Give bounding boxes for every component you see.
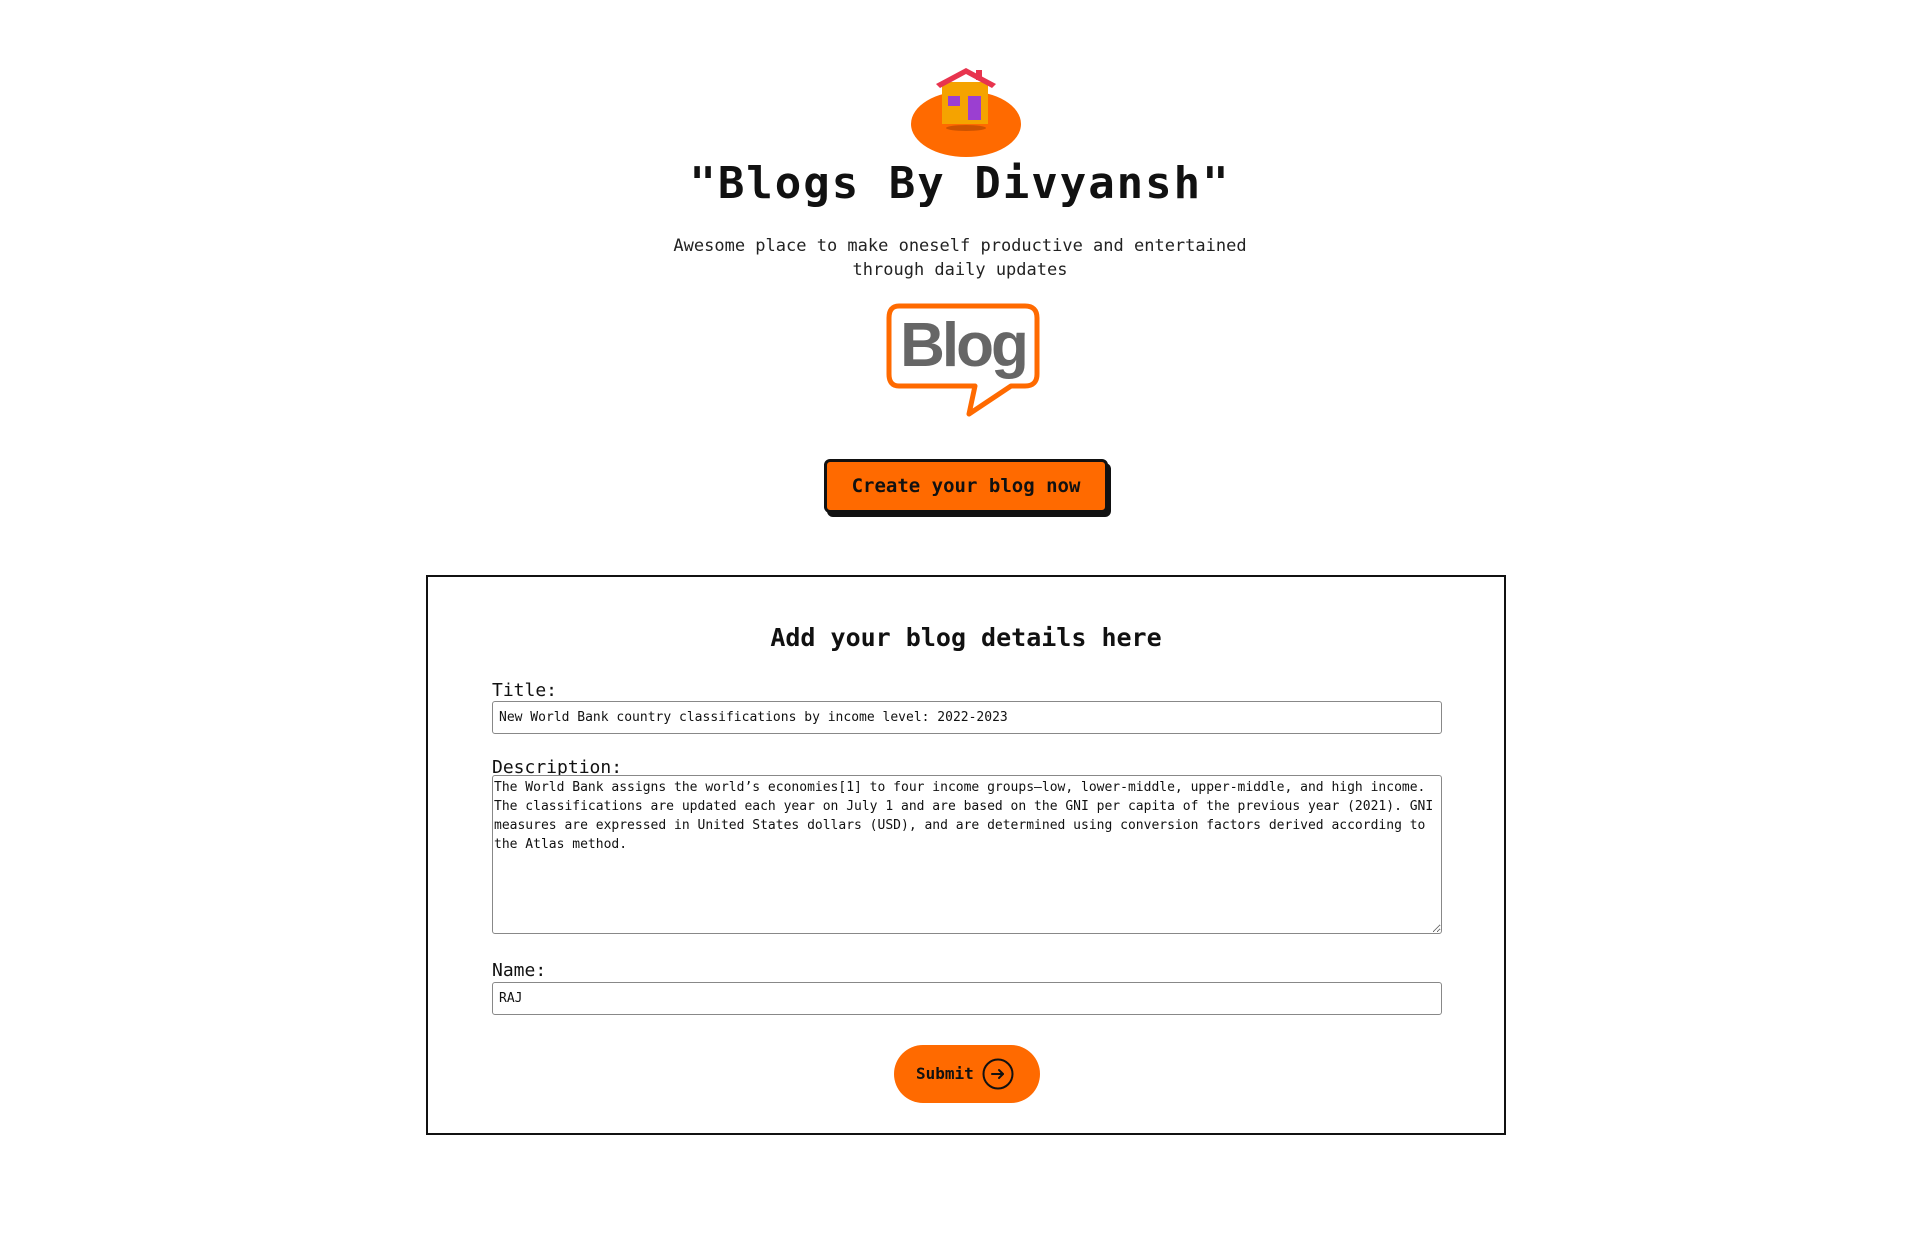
site-title: "Blogs By Divyansh" xyxy=(689,158,1231,209)
name-input[interactable] xyxy=(492,982,1442,1015)
description-textarea[interactable]: The World Bank assigns the world’s econo… xyxy=(492,775,1442,934)
name-label: Name: xyxy=(492,960,547,981)
arrow-right-icon xyxy=(982,1058,1014,1090)
house-logo-icon xyxy=(910,66,1022,160)
site-tagline: Awesome place to make oneself productive… xyxy=(673,236,1247,280)
form-heading: Add your blog details here xyxy=(770,623,1162,652)
blog-logo-text: Blog xyxy=(900,311,1026,380)
submit-button[interactable]: Submit xyxy=(894,1045,1040,1103)
blog-form-card: Add your blog details here Title: Descri… xyxy=(426,575,1506,1135)
create-blog-button[interactable]: Create your blog now xyxy=(824,459,1108,513)
page: "Blogs By Divyansh" Awesome place to mak… xyxy=(0,0,1920,1234)
title-label: Title: xyxy=(492,680,558,701)
title-input[interactable] xyxy=(492,701,1442,734)
blog-logo-icon: Blog xyxy=(885,300,1045,424)
submit-label: Submit xyxy=(916,1064,974,1083)
